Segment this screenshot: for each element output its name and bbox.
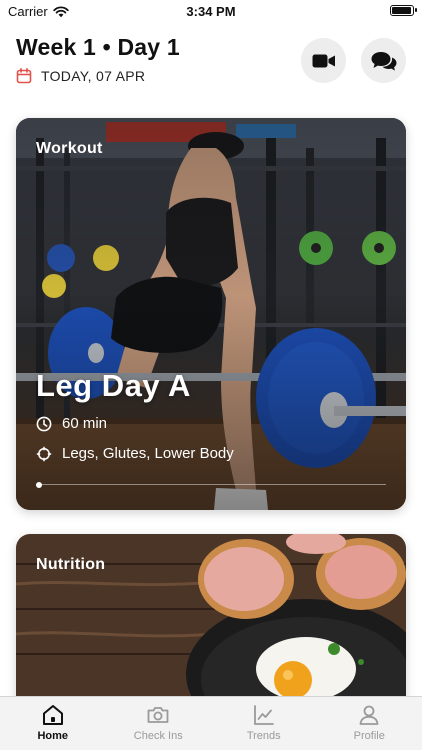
tab-check-ins[interactable]: Check Ins xyxy=(106,697,212,750)
tab-trends[interactable]: Trends xyxy=(211,697,317,750)
video-call-button[interactable] xyxy=(301,38,346,83)
video-camera-icon xyxy=(312,54,335,67)
status-bar: Carrier 3:34 PM xyxy=(0,0,422,24)
date-label: TODAY, 07 APR xyxy=(41,68,146,84)
nutrition-card[interactable]: Nutrition xyxy=(16,534,406,714)
calendar-icon xyxy=(16,68,32,84)
nutrition-card-label: Nutrition xyxy=(36,556,106,573)
trend-chart-icon xyxy=(253,705,274,725)
battery-icon xyxy=(390,5,417,16)
workout-focus: Legs, Glutes, Lower Body xyxy=(62,445,234,462)
tab-profile[interactable]: Profile xyxy=(317,697,422,750)
tab-profile-label: Profile xyxy=(353,730,385,742)
tab-check-ins-label: Check Ins xyxy=(133,730,183,742)
chat-bubbles-icon xyxy=(371,51,396,71)
clock-icon xyxy=(36,416,52,431)
page-header: Week 1 • Day 1 TODAY, 07 APR xyxy=(16,34,406,94)
workout-focus-row: Legs, Glutes, Lower Body xyxy=(36,445,234,462)
tab-home[interactable]: Home xyxy=(0,697,106,750)
target-icon xyxy=(36,446,52,461)
workout-title: Leg Day A xyxy=(36,368,191,403)
messages-button[interactable] xyxy=(361,38,406,83)
workout-duration-row: 60 min xyxy=(36,415,107,432)
workout-duration: 60 min xyxy=(62,415,108,432)
person-icon xyxy=(359,705,379,725)
tab-home-label: Home xyxy=(37,730,69,742)
carousel-indicator xyxy=(36,481,42,488)
tab-bar: Home Check Ins Trends Profile xyxy=(0,696,422,750)
status-time: 3:34 PM xyxy=(186,4,236,19)
camera-icon xyxy=(147,707,169,723)
workout-card[interactable]: Workout Leg Day A 60 min Legs, Glutes, L… xyxy=(16,118,406,510)
home-icon xyxy=(42,705,63,725)
page-title: Week 1 • Day 1 xyxy=(16,34,180,60)
carousel-progress xyxy=(36,481,386,488)
tab-trends-label: Trends xyxy=(246,730,281,742)
workout-card-label: Workout xyxy=(36,140,103,157)
date-row: TODAY, 07 APR xyxy=(16,68,145,84)
